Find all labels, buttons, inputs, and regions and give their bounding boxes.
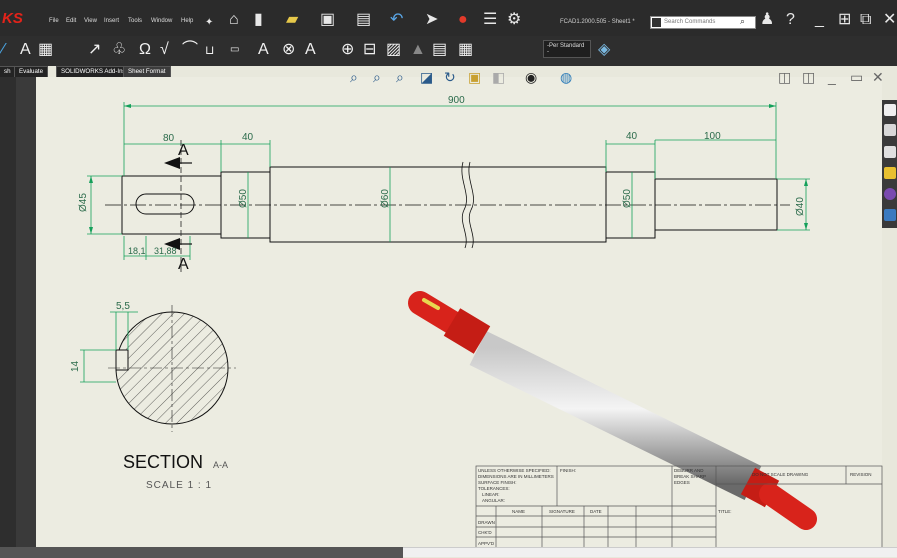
dim-keyway-5-5: 5,5	[116, 301, 130, 312]
tb-do-not-scale: DO NOT SCALE DRAWING	[752, 472, 809, 477]
dim-diameter-45: Ø45	[78, 193, 89, 212]
tb-note-3: SURFACE FINISH:	[478, 480, 517, 485]
dimension-arrows	[89, 104, 808, 234]
dim-keyway-14: 14	[70, 360, 81, 372]
dim-right-40: 40	[626, 131, 638, 142]
dim-left-80: 80	[163, 133, 175, 144]
keyway-slot	[135, 193, 195, 215]
tb-finish: FINISH:	[560, 468, 576, 473]
tb-col-signature: SIGNATURE	[549, 509, 575, 514]
dim-key-18-1: 18,1	[128, 246, 146, 256]
tb-note-4: TOLERANCES:	[478, 486, 510, 491]
tb-row-drawn: DRAWN	[478, 520, 495, 525]
status-bar-left	[0, 547, 403, 558]
tb-col-name: NAME	[512, 509, 525, 514]
tb-deburr-1: DEBURR AND	[674, 468, 704, 473]
dim-diameter-50-right: Ø50	[622, 189, 633, 208]
dim-left-40: 40	[242, 132, 254, 143]
dim-diameter-50-left: Ø50	[238, 189, 249, 208]
dim-overall-length: 900	[448, 95, 465, 106]
tb-note-5: LINEAR:	[482, 492, 500, 497]
horizontal-scrollbar[interactable]	[403, 547, 897, 557]
section-arrow-label-top: A	[178, 142, 189, 159]
tb-revision: REVISION	[850, 472, 872, 477]
section-title-suffix: A-A	[213, 460, 228, 470]
tb-deburr-3: EDGES	[674, 480, 690, 485]
section-arrow-label-bottom: A	[178, 256, 189, 273]
tb-note-1: UNLESS OTHERWISE SPECIFIED:	[478, 468, 551, 473]
dimension-lines	[87, 102, 810, 260]
dim-diameter-60: Ø60	[380, 189, 391, 208]
tb-title-label: TITLE:	[718, 509, 732, 514]
section-view-a-a[interactable]	[80, 305, 236, 432]
tb-row-approved: APPV'D	[478, 541, 495, 546]
tb-deburr-2: BREAK SHARP	[674, 474, 706, 479]
dim-diameter-40: Ø40	[795, 197, 806, 216]
shaft-segment-d60	[269, 166, 607, 243]
section-title: SECTION	[123, 452, 203, 472]
tb-note-2: DIMENSIONS ARE IN MILLIMETERS	[478, 474, 554, 479]
tb-row-checked: CHK'D	[478, 530, 492, 535]
section-scale: SCALE 1 : 1	[146, 480, 212, 491]
shaft-front-view[interactable]	[105, 161, 790, 249]
tb-note-6: ANGULAR:	[482, 498, 505, 503]
drawing-sheet: A A 900 80 40 40 100 18,1 31,88 Ø45 Ø50 …	[70, 95, 883, 549]
shaft-segment-d40	[654, 178, 778, 231]
dim-key-31-88: 31,88	[154, 246, 177, 256]
dim-right-100: 100	[704, 131, 721, 142]
tb-col-date: DATE	[590, 509, 602, 514]
